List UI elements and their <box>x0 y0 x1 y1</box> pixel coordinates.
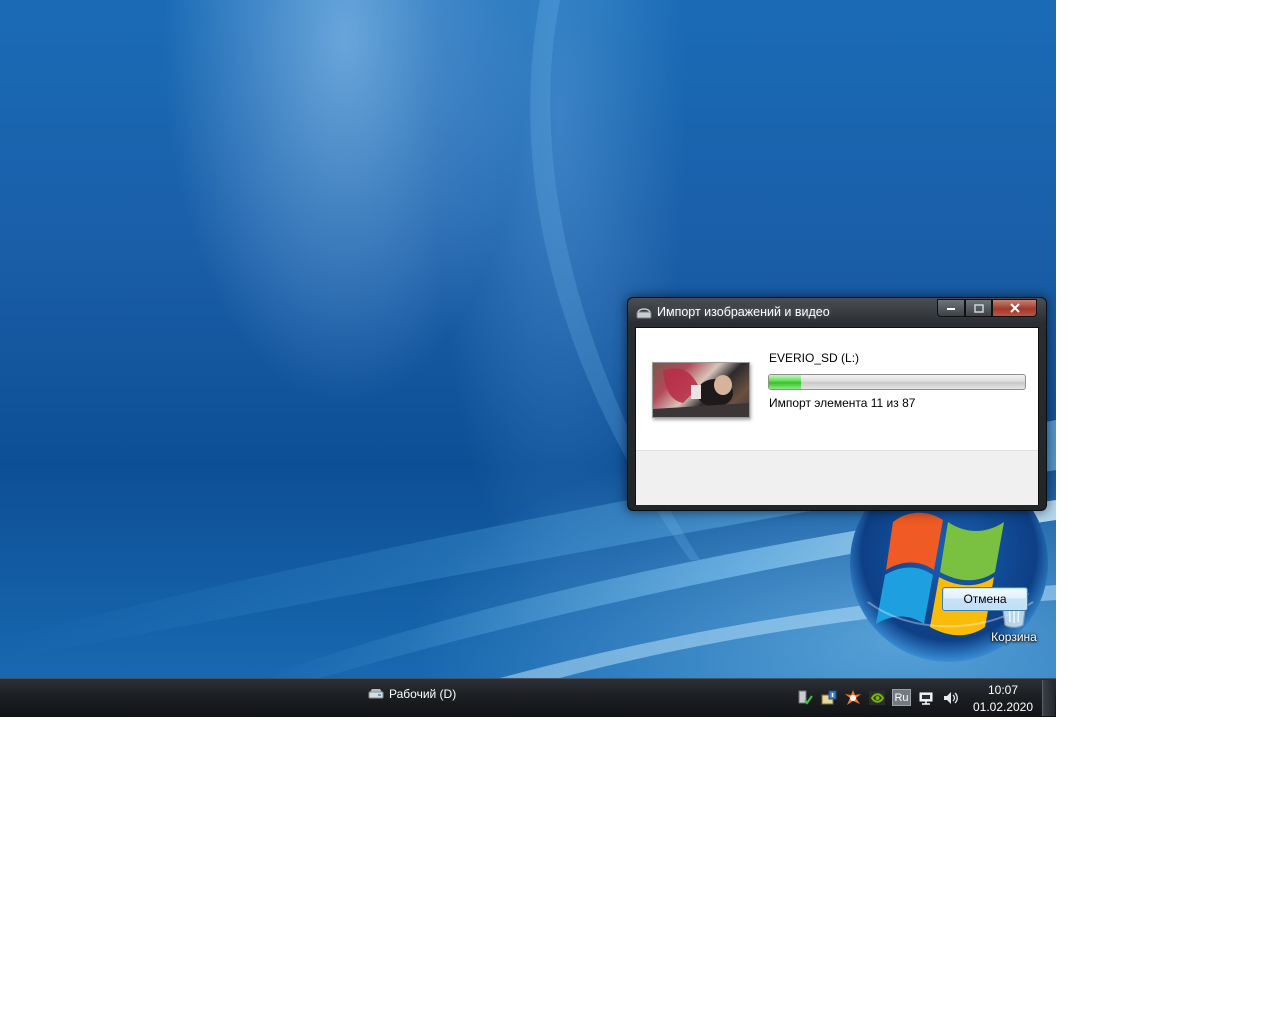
language-indicator[interactable]: Ru <box>892 689 911 706</box>
clock-time[interactable]: 10:07 <box>972 683 1034 697</box>
dialog-content: EVERIO_SD (L:) Импорт элемента 11 из 87 … <box>635 327 1039 611</box>
show-desktop-button[interactable] <box>1042 680 1055 716</box>
desktop-toolbar-label: Рабочий (D) <box>389 687 457 701</box>
minimize-icon <box>947 308 955 310</box>
import-dialog: Импорт изображений и видео EVERIO_SD (L:… <box>627 297 1047 611</box>
import-status-text: Импорт элемента 11 из 87 <box>769 396 916 410</box>
recycle-bin-label: Корзина <box>991 630 1037 644</box>
import-progress-bar <box>768 374 1026 390</box>
close-icon <box>1009 303 1020 313</box>
network-icon[interactable] <box>917 689 935 707</box>
media-thumbnail <box>652 362 750 418</box>
update-notification-icon[interactable] <box>820 689 838 707</box>
drive-icon <box>368 689 384 699</box>
progress-fill <box>769 375 802 389</box>
dialog-footer: Отмена <box>636 450 1038 611</box>
dialog-title: Импорт изображений и видео <box>657 305 830 319</box>
close-button[interactable] <box>992 299 1037 317</box>
cancel-button[interactable]: Отмена <box>942 587 1028 611</box>
taskbar: Рабочий (D) Ru 10:07 01.02.2020 <box>0 678 1056 717</box>
desktop-screen: Корзина Импорт изображений и видео EVERI… <box>0 0 1056 717</box>
desktop-toolbar-button[interactable]: Рабочий (D) <box>368 683 456 705</box>
device-label: EVERIO_SD (L:) <box>769 351 860 365</box>
avast-antivirus-icon[interactable] <box>844 689 862 707</box>
nvidia-icon[interactable] <box>868 689 886 707</box>
maximize-button[interactable] <box>965 299 992 317</box>
camera-import-icon <box>636 308 652 319</box>
minimize-button[interactable] <box>937 299 965 317</box>
volume-icon[interactable] <box>941 689 959 707</box>
safely-remove-hardware-icon[interactable] <box>796 689 814 707</box>
clock-date[interactable]: 01.02.2020 <box>970 700 1036 714</box>
maximize-icon <box>973 303 984 313</box>
